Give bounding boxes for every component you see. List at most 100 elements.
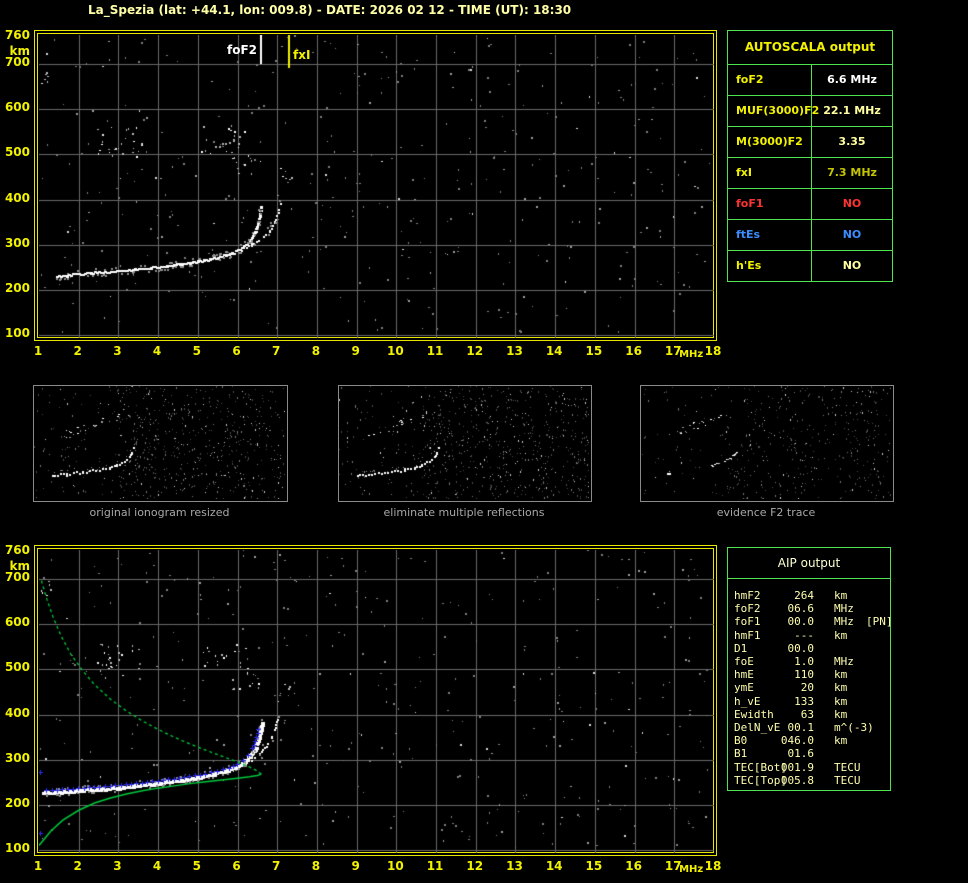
y-tick-label: 300 <box>4 750 30 765</box>
parameter-unit: MHz <box>834 655 854 668</box>
x-tick-label: 4 <box>152 859 162 873</box>
x-tick-label: 1 <box>33 344 43 358</box>
autoscala-row-ftes: ftEs NO <box>728 219 892 250</box>
y-tick-label: 500 <box>4 145 30 160</box>
parameter-unit: TECU <box>834 773 861 787</box>
aip-row-tec-bot-: TEC[Bot] 001.9 TECU <box>728 761 890 774</box>
ionogram-canvas-top <box>39 35 714 338</box>
x-tick-label: 7 <box>272 859 281 873</box>
ionogram-plot-top: foF2 fxI <box>34 30 717 341</box>
x-tick-label: 11 <box>426 344 444 358</box>
aip-row-fof2: foF2 06.6 MHz <box>728 602 890 615</box>
panel-evidence-f2-trace <box>640 385 894 502</box>
fof2-marker-label: foF2 <box>226 43 257 57</box>
aip-row-yme: ymE 20 km <box>728 681 890 694</box>
x-tick-label: 2 <box>73 344 82 358</box>
ionogram-canvas-bottom <box>39 550 714 853</box>
parameter-value: 264 <box>794 589 814 602</box>
aip-row-deln-ve: DelN_vE 00.1 m^(-3) <box>728 721 890 734</box>
parameter-value: 22.1 MHz <box>811 96 892 126</box>
x-tick-label: 15 <box>585 859 603 873</box>
parameter-value: 046.0 <box>780 734 814 748</box>
parameter-name: D1 <box>734 641 748 655</box>
y-tick-label: 400 <box>4 190 30 205</box>
parameter-value: 00.0 <box>787 615 815 629</box>
parameter-name: Ewidth <box>734 707 774 721</box>
parameter-value: 63 <box>800 707 814 721</box>
y-tick-label: 400 <box>4 705 30 720</box>
parameter-value: NO <box>811 251 892 281</box>
x-tick-label: 12 <box>466 344 484 358</box>
autoscala-row-muf-3000-f2: MUF(3000)F2 22.1 MHz <box>728 95 892 126</box>
x-tick-label: 4 <box>152 344 162 358</box>
autoscala-row-fof1: foF1 NO <box>728 188 892 219</box>
x-tick-label: 2 <box>73 859 82 873</box>
y-tick-label: 500 <box>4 660 30 675</box>
parameter-unit: m^(-3) <box>834 721 874 734</box>
aip-row-d1: D1 00.0 <box>728 642 890 655</box>
parameter-unit: km <box>834 628 848 642</box>
parameter-value: --- <box>794 628 814 642</box>
x-tick-label: 14 <box>545 344 563 358</box>
parameter-name: h'Es <box>736 259 762 272</box>
y-tick-label: 100 <box>4 840 30 855</box>
parameter-name: MUF(3000)F2 <box>736 104 820 117</box>
x-tick-label: 9 <box>351 859 360 873</box>
x-tick-label: 5 <box>192 344 201 358</box>
parameter-name: hmF2 <box>734 589 761 602</box>
station-date-title: La_Spezia (lat: +44.1, lon: 009.8) - DAT… <box>88 3 572 17</box>
autoscala-row-fof2: foF2 6.6 MHz <box>728 64 892 95</box>
x-tick-label: 1 <box>33 859 43 873</box>
parameter-value: 00.0 <box>787 641 815 655</box>
panel-caption-eliminate: eliminate multiple reflections <box>383 506 545 519</box>
x-tick-label: 11 <box>426 859 444 873</box>
parameter-name: ymE <box>734 681 754 695</box>
x-tick-label: 18 <box>704 344 722 358</box>
x-tick-label: 13 <box>506 344 523 358</box>
aip-row-foe: foE 1.0 MHz <box>728 655 890 668</box>
parameter-value: 133 <box>794 694 814 708</box>
aip-row-b0: B0 046.0 km <box>728 734 890 747</box>
parameter-name: hmE <box>734 668 754 682</box>
x-tick-label: 14 <box>545 859 563 873</box>
x-tick-label: 6 <box>232 859 241 873</box>
aip-row-tec-top-: TEC[Top] 005.8 TECU <box>728 774 890 787</box>
parameter-unit: TECU <box>834 760 861 774</box>
panel-canvas <box>339 386 589 499</box>
parameter-value: 06.6 <box>787 602 815 616</box>
parameter-unit: km <box>834 707 848 721</box>
y-tick-label: 100 <box>4 325 30 340</box>
x-tick-label: 7 <box>272 344 281 358</box>
parameter-name: B1 <box>734 747 748 761</box>
y-tick-label: 200 <box>4 280 30 295</box>
y-tick-label: 600 <box>4 615 30 630</box>
parameter-value: 00.1 <box>787 721 815 734</box>
x-tick-label: 12 <box>466 859 484 873</box>
parameter-name: h_vE <box>734 694 761 708</box>
aip-row-b1: B1 01.6 <box>728 747 890 760</box>
parameter-value: 20 <box>800 681 814 695</box>
aip-output-table: AIP output hmF2 264 km foF2 06.6 MHz foF1 00.0 M… <box>727 547 893 791</box>
parameter-unit: km <box>834 589 848 602</box>
autoscala-window: La_Spezia (lat: +44.1, lon: 009.8) - DAT… <box>0 0 968 883</box>
parameter-unit: MHz <box>834 602 854 616</box>
aip-table-header: AIP output <box>728 548 890 579</box>
autoscala-table-header: AUTOSCALA output <box>744 40 876 54</box>
aip-row-ewidth: Ewidth 63 km <box>728 708 890 721</box>
parameter-name: M(3000)F2 <box>736 135 803 148</box>
ionogram-plot-bottom <box>34 545 717 856</box>
x-axis-unit-label: MHz <box>679 864 704 875</box>
x-tick-label: 8 <box>311 859 321 873</box>
parameter-name: foE <box>734 655 754 668</box>
panel-canvas <box>34 386 285 499</box>
parameter-value: NO <box>811 220 892 250</box>
parameter-name: hmF1 <box>734 628 761 642</box>
parameter-name: foF1 <box>736 197 764 210</box>
aip-row-h-ve: h_vE 133 km <box>728 695 890 708</box>
parameter-unit: km <box>834 668 848 682</box>
parameter-name: fxI <box>736 166 752 179</box>
parameter-value: 1.0 <box>794 655 814 668</box>
panel-original-ionogram <box>33 385 288 502</box>
y-tick-label: 600 <box>4 100 30 115</box>
y-axis-unit-label: km <box>9 559 30 573</box>
